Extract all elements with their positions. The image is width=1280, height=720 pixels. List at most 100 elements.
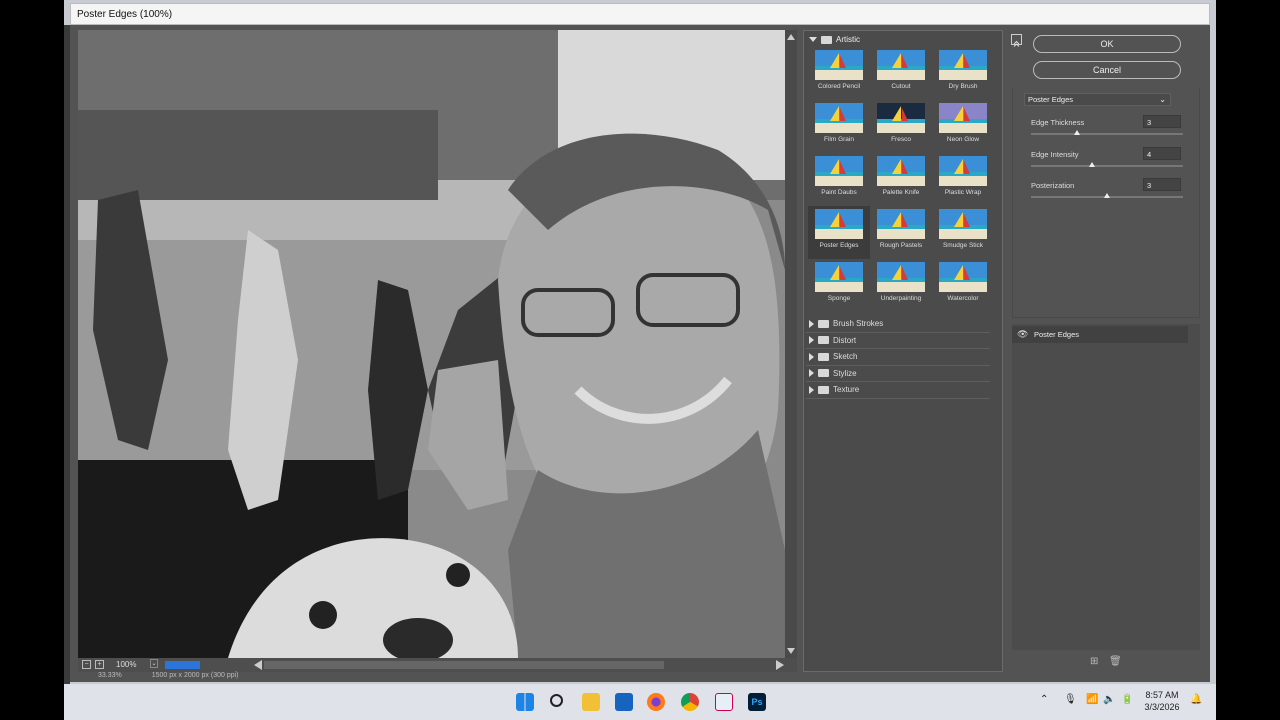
eye-icon[interactable]: 👁: [1017, 329, 1028, 340]
ok-button[interactable]: OK: [1033, 35, 1181, 53]
folder-icon: [821, 35, 832, 44]
battery-icon[interactable]: 🔋: [1121, 694, 1133, 705]
triangle-right-icon: [809, 369, 814, 378]
filter-thumb[interactable]: Sponge: [808, 259, 870, 312]
filter-thumb[interactable]: Plastic Wrap: [932, 153, 994, 206]
filter-thumb-label: Sponge: [827, 295, 851, 302]
category-label: Brush Strokes: [833, 319, 884, 329]
firefox-icon[interactable]: [647, 693, 665, 711]
folder-icon: [818, 369, 829, 378]
filter-thumb-image: [877, 156, 925, 186]
triangle-down-icon: [809, 37, 817, 42]
category-label: Texture: [833, 385, 860, 395]
preview-vertical-scrollbar[interactable]: [785, 30, 797, 658]
snipping-tool-icon[interactable]: [715, 693, 733, 711]
filter-thumb-label: Smudge Stick: [942, 242, 984, 249]
slider-knob[interactable]: [1104, 193, 1110, 198]
param-value-input[interactable]: 3: [1143, 178, 1181, 191]
category-artistic[interactable]: Artistic: [809, 35, 860, 44]
filter-thumb-label: Film Grain: [824, 136, 854, 143]
chevron-down-icon: ⌄: [1159, 95, 1166, 104]
cancel-button[interactable]: Cancel: [1033, 61, 1181, 79]
folder-icon: [818, 385, 829, 394]
scroll-down-arrow-icon[interactable]: [787, 648, 795, 654]
filter-thumb-image: [815, 262, 863, 292]
filter-settings: Poster Edges ⌄ Edge Thickness 3 Edge Int…: [1012, 88, 1200, 318]
scroll-up-arrow-icon[interactable]: [787, 34, 795, 40]
filter-thumb-image: [877, 209, 925, 239]
horizontal-scroll-thumb[interactable]: [165, 661, 200, 669]
filter-category[interactable]: Stylize: [806, 366, 990, 382]
slider-knob[interactable]: [1088, 162, 1095, 167]
filter-thumb[interactable]: Paint Daubs: [808, 153, 870, 206]
param-value-input[interactable]: 3: [1143, 115, 1181, 128]
chevron-down-icon[interactable]: ⌄: [150, 659, 158, 668]
horizontal-scroll-track[interactable]: [264, 661, 664, 669]
filter-category[interactable]: Distort: [806, 333, 990, 349]
status-zoom: 33.33%: [98, 672, 122, 679]
preview-photo: [78, 30, 785, 658]
filter-thumb[interactable]: Watercolor: [932, 259, 994, 312]
category-label: Artistic: [836, 35, 860, 44]
zoom-level[interactable]: 100%: [116, 660, 136, 669]
zoom-in-button[interactable]: +: [95, 660, 104, 669]
filter-thumb-image: [815, 156, 863, 186]
scroll-left-arrow-icon[interactable]: [254, 660, 262, 670]
windows-start-icon[interactable]: [516, 693, 534, 711]
filter-category[interactable]: Sketch: [806, 349, 990, 366]
chevron-up-icon[interactable]: ⌃: [1040, 694, 1048, 705]
filter-thumb[interactable]: Dry Brush: [932, 47, 994, 100]
filter-thumb[interactable]: Cutout: [870, 47, 932, 100]
triangle-right-icon: [809, 319, 814, 328]
outlook-icon[interactable]: [615, 693, 633, 711]
filter-thumb-image: [939, 209, 987, 239]
param-value-input[interactable]: 4: [1143, 147, 1181, 160]
filter-thumb[interactable]: Palette Knife: [870, 153, 932, 206]
search-icon[interactable]: [550, 694, 563, 707]
notification-bell-icon[interactable]: 🔔: [1190, 694, 1202, 705]
chrome-icon[interactable]: [681, 693, 699, 711]
filter-select[interactable]: Poster Edges ⌄: [1024, 93, 1171, 106]
collapse-gallery-button[interactable]: [1011, 34, 1022, 47]
new-effect-layer-icon[interactable]: ⊞: [1090, 656, 1098, 667]
filter-category[interactable]: Texture: [806, 382, 990, 399]
filter-thumbnails: Colored Pencil Cutout Dry Brush Film Grain F…: [808, 47, 996, 312]
filter-thumb[interactable]: Poster Edges: [808, 206, 870, 259]
category-label: Sketch: [833, 352, 858, 362]
folder-icon: [818, 336, 829, 345]
window-titlebar[interactable]: Poster Edges (100%): [70, 3, 1210, 25]
scroll-right-arrow-icon[interactable]: [776, 660, 784, 670]
filter-thumb[interactable]: Fresco: [870, 100, 932, 153]
category-label: Distort: [833, 335, 857, 345]
zoom-out-button[interactable]: −: [82, 660, 91, 669]
filter-thumb-image: [939, 103, 987, 133]
taskbar-clock[interactable]: 8:57 AM 3/3/2026: [1140, 689, 1184, 713]
microphone-icon[interactable]: 🎙: [1064, 694, 1077, 705]
filter-thumb[interactable]: Colored Pencil: [808, 47, 870, 100]
double-chevron-up-icon: [1013, 40, 1020, 47]
file-explorer-icon[interactable]: [582, 693, 600, 711]
filter-thumb-image: [877, 50, 925, 80]
slider-track[interactable]: [1031, 133, 1183, 135]
filter-thumb[interactable]: Smudge Stick: [932, 206, 994, 259]
filter-category[interactable]: Brush Strokes: [806, 316, 990, 333]
wifi-icon[interactable]: 📶: [1086, 694, 1098, 705]
image-preview[interactable]: [78, 30, 785, 658]
slider-track[interactable]: [1031, 165, 1183, 167]
trash-icon[interactable]: 🗑: [1109, 656, 1122, 667]
filter-thumb[interactable]: Neon Glow: [932, 100, 994, 153]
photoshop-icon[interactable]: Ps: [748, 693, 766, 711]
folder-icon: [818, 352, 829, 361]
effect-layer-item[interactable]: 👁 Poster Edges: [1012, 326, 1188, 343]
filter-thumb-label: Watercolor: [947, 295, 979, 302]
filter-thumb[interactable]: Rough Pastels: [870, 206, 932, 259]
filter-gallery-panel: Artistic Colored Pencil Cutout Dry Brush Fi…: [803, 30, 1003, 672]
filter-thumb[interactable]: Film Grain: [808, 100, 870, 153]
filter-thumb[interactable]: Underpainting: [870, 259, 932, 312]
filter-thumb-label: Poster Edges: [819, 242, 859, 249]
filter-thumb-label: Dry Brush: [948, 83, 978, 90]
slider-knob[interactable]: [1073, 130, 1080, 135]
filter-thumb-label: Fresco: [891, 136, 911, 143]
volume-icon[interactable]: 🔈: [1103, 694, 1115, 705]
folder-icon: [818, 319, 829, 328]
